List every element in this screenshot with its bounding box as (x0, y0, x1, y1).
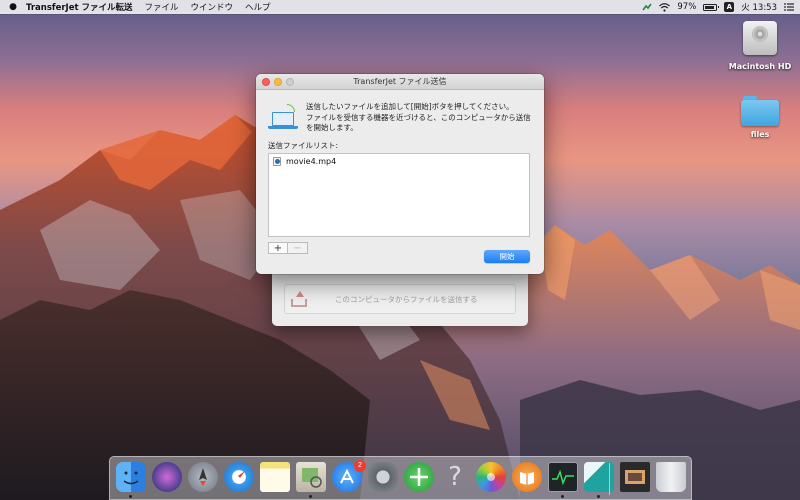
desktop-icon-label: Macintosh HD (728, 62, 792, 71)
folder-icon (741, 96, 779, 126)
wifi-icon[interactable] (659, 2, 671, 12)
dock-launchpad-icon[interactable] (188, 462, 218, 492)
send-from-computer-button[interactable]: このコンピュータからファイルを送信する (284, 284, 516, 314)
hard-drive-icon (742, 18, 778, 58)
app-store-update-badge: 2 (354, 460, 366, 472)
dock-safari-icon[interactable] (224, 462, 254, 492)
desktop-icon-macintosh-hd[interactable]: Macintosh HD (725, 18, 795, 71)
instruction-line: を開始します。 (306, 123, 358, 132)
send-from-computer-label: このコンピュータからファイルを送信する (335, 294, 478, 304)
add-file-button[interactable]: + (268, 242, 288, 254)
file-list-buttons: + − (268, 242, 308, 254)
menu-app-name[interactable]: TransferJet ファイル転送 (26, 1, 133, 13)
menu-clock[interactable]: 火 13:53 (741, 1, 777, 13)
minimize-window-button[interactable] (274, 78, 282, 86)
transferjet-status-icon[interactable] (642, 2, 653, 12)
menu-window[interactable]: ウインドウ (191, 1, 234, 13)
instruction-line: 送信したいファイルを追加して[開始]ボタを押してください。 (306, 102, 514, 111)
dock-notes-icon[interactable] (260, 462, 290, 492)
menu-file[interactable]: ファイル (145, 1, 179, 13)
instruction-text: 送信したいファイルを追加して[開始]ボタを押してください。 ファイルを受信する機… (306, 102, 542, 134)
laptop-transfer-icon (268, 104, 298, 130)
apple-menu-icon[interactable]: ● (0, 2, 26, 12)
dock-separator (609, 463, 610, 495)
dock-help-icon[interactable]: ? (440, 462, 470, 492)
dock-photo-browser-icon[interactable] (620, 462, 650, 492)
notification-center-icon[interactable] (784, 2, 794, 12)
dock-activity-monitor-icon[interactable] (548, 462, 578, 492)
quicktime-file-icon (273, 156, 281, 166)
send-file-list[interactable]: movie4.mp4 (268, 153, 530, 237)
desktop-icon-label: files (750, 130, 770, 139)
remove-file-button[interactable]: − (288, 242, 308, 254)
input-source-icon[interactable]: A (724, 2, 735, 12)
dock: 2 ? (109, 456, 692, 500)
desktop-icon-files[interactable]: files (725, 92, 795, 139)
battery-icon[interactable] (703, 2, 720, 12)
close-window-button[interactable] (262, 78, 270, 86)
dock-preview-icon[interactable] (296, 462, 326, 492)
instruction-line: ファイルを受信する機器を近づけると、このコンピュータから送信 (306, 112, 531, 122)
file-name: movie4.mp4 (286, 156, 337, 166)
send-file-list-label: 送信ファイルリスト: (268, 141, 339, 150)
dock-system-preferences-icon[interactable] (368, 462, 398, 492)
transferjet-main-window: このコンピュータからファイルを送信する (272, 268, 528, 326)
battery-percent: 97% (677, 2, 697, 12)
start-button[interactable]: 開始 (484, 250, 530, 263)
dock-migration-icon[interactable] (404, 462, 434, 492)
window-title: TransferJet ファイル送信 (353, 77, 447, 86)
menu-bar: ● TransferJet ファイル転送 ファイル ウインドウ ヘルプ 97% … (0, 0, 800, 14)
menu-status-area: 97% A 火 13:53 (642, 0, 794, 14)
dock-siri-icon[interactable] (152, 462, 182, 492)
instruction-area: 送信したいファイルを追加して[開始]ボタを押してください。 ファイルを受信する機… (268, 100, 538, 134)
upload-tray-icon (289, 291, 309, 307)
window-titlebar[interactable]: TransferJet ファイル送信 (256, 74, 544, 90)
dock-trash-icon[interactable] (656, 462, 686, 492)
dock-photos-icon[interactable] (476, 462, 506, 492)
dock-app-store-icon[interactable]: 2 (332, 460, 366, 492)
file-send-window: TransferJet ファイル送信 送信したいファイルを追加して[開始]ボタを… (256, 74, 544, 274)
file-list-item[interactable]: movie4.mp4 (269, 154, 529, 168)
zoom-window-button[interactable] (286, 78, 294, 86)
dock-finder-icon[interactable] (116, 462, 146, 492)
dock-ibooks-icon[interactable] (512, 462, 542, 492)
menu-help[interactable]: ヘルプ (245, 1, 271, 13)
